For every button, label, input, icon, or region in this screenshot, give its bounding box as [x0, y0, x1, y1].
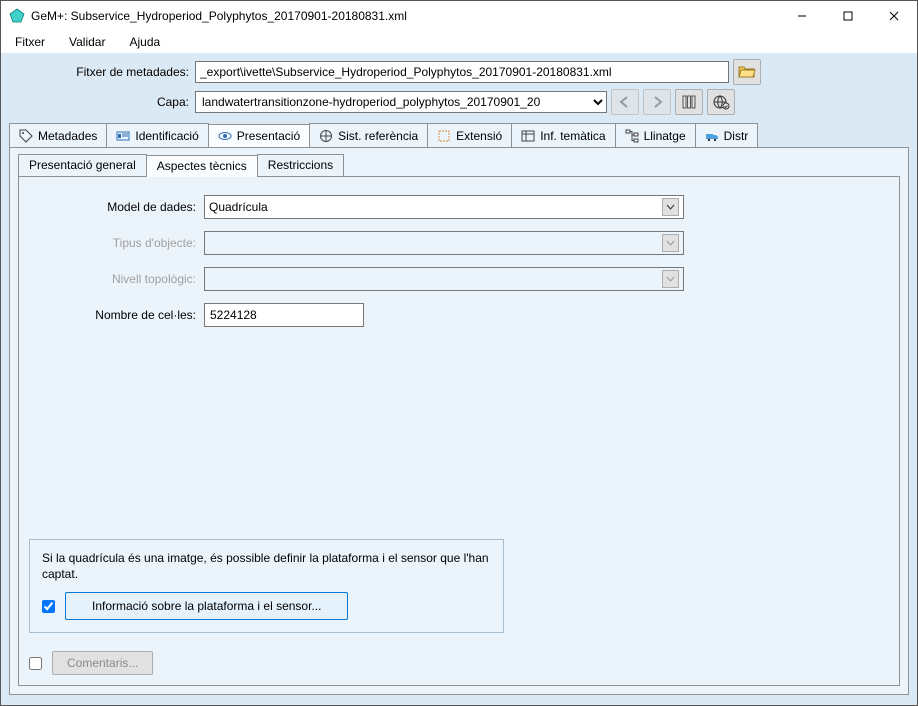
eye-icon: [218, 129, 232, 143]
tab-lineage[interactable]: Llinatge: [615, 123, 696, 147]
tab-extent[interactable]: Extensió: [427, 123, 512, 147]
sensor-checkbox[interactable]: [42, 600, 55, 613]
chevron-down-icon: [662, 198, 679, 216]
metadata-file-input[interactable]: [195, 61, 729, 83]
titlebar: GeM+: Subservice_Hydroperiod_Polyphytos_…: [1, 1, 917, 31]
main-tabs: Metadades Identificació Presentació Sist…: [9, 123, 909, 148]
topology-level-select: [204, 267, 684, 291]
globe-link-button[interactable]: [707, 89, 735, 115]
menubar: Fitxer Validar Ajuda: [1, 31, 917, 53]
sensor-groupbox: Si la quadrícula és una imatge, és possi…: [29, 539, 504, 633]
app-window: GeM+: Subservice_Hydroperiod_Polyphytos_…: [0, 0, 918, 706]
maximize-button[interactable]: [825, 1, 871, 31]
id-card-icon: [116, 129, 130, 143]
layer-label: Capa:: [9, 95, 195, 109]
chevron-down-icon: [662, 270, 679, 288]
tab-ref-system[interactable]: Sist. referència: [309, 123, 428, 147]
object-type-select: [204, 231, 684, 255]
sensor-note-text: Si la quadrícula és una imatge, és possi…: [42, 550, 491, 582]
open-file-button[interactable]: [733, 59, 761, 85]
data-model-label: Model de dades:: [29, 200, 204, 214]
tab-metadata[interactable]: Metadades: [9, 123, 107, 147]
tab-distribution[interactable]: Distr: [695, 123, 759, 147]
subtab-technical[interactable]: Aspectes tècnics: [146, 155, 258, 177]
header-fields: Fitxer de metadades: Capa: landwatertran…: [9, 59, 909, 119]
menu-file[interactable]: Fitxer: [9, 33, 51, 51]
content-area: Fitxer de metadades: Capa: landwatertran…: [1, 53, 917, 705]
chevron-down-icon: [662, 234, 679, 252]
tab-thematic[interactable]: Inf. temàtica: [511, 123, 615, 147]
topology-level-label: Nivell topològic:: [29, 272, 204, 286]
cell-count-label: Nombre de cel·les:: [29, 308, 204, 322]
comments-checkbox[interactable]: [29, 657, 42, 670]
sub-tabs: Presentació general Aspectes tècnics Res…: [18, 154, 900, 177]
technical-subpanel: Model de dades: Quadrícula Tipus d'objec…: [18, 177, 900, 686]
prev-layer-button[interactable]: [611, 89, 639, 115]
data-model-select[interactable]: Quadrícula: [204, 195, 684, 219]
metadata-file-label: Fitxer de metadades:: [9, 65, 195, 79]
tab-presentation[interactable]: Presentació: [208, 124, 310, 148]
tab-identification[interactable]: Identificació: [106, 123, 208, 147]
tag-icon: [19, 129, 33, 143]
truck-icon: [705, 129, 719, 143]
next-layer-button[interactable]: [643, 89, 671, 115]
sensor-info-button[interactable]: Informació sobre la plataforma i el sens…: [65, 592, 348, 620]
columns-button[interactable]: [675, 89, 703, 115]
window-title: GeM+: Subservice_Hydroperiod_Polyphytos_…: [31, 9, 779, 23]
close-button[interactable]: [871, 1, 917, 31]
minimize-button[interactable]: [779, 1, 825, 31]
comments-button[interactable]: Comentaris...: [52, 651, 153, 675]
presentation-panel: Presentació general Aspectes tècnics Res…: [9, 148, 909, 695]
footer-row: Comentaris...: [29, 651, 889, 675]
object-type-label: Tipus d'objecte:: [29, 236, 204, 250]
window-controls: [779, 1, 917, 31]
subtab-restrictions[interactable]: Restriccions: [257, 154, 344, 176]
menu-validate[interactable]: Validar: [63, 33, 111, 51]
app-icon: [9, 8, 25, 24]
cell-count-input[interactable]: [204, 303, 364, 327]
subtab-general[interactable]: Presentació general: [18, 154, 147, 176]
layer-select[interactable]: landwatertransitionzone-hydroperiod_poly…: [195, 91, 607, 113]
table-icon: [521, 129, 535, 143]
tree-icon: [625, 129, 639, 143]
menu-help[interactable]: Ajuda: [123, 33, 166, 51]
extent-icon: [437, 129, 451, 143]
globe-icon: [319, 129, 333, 143]
